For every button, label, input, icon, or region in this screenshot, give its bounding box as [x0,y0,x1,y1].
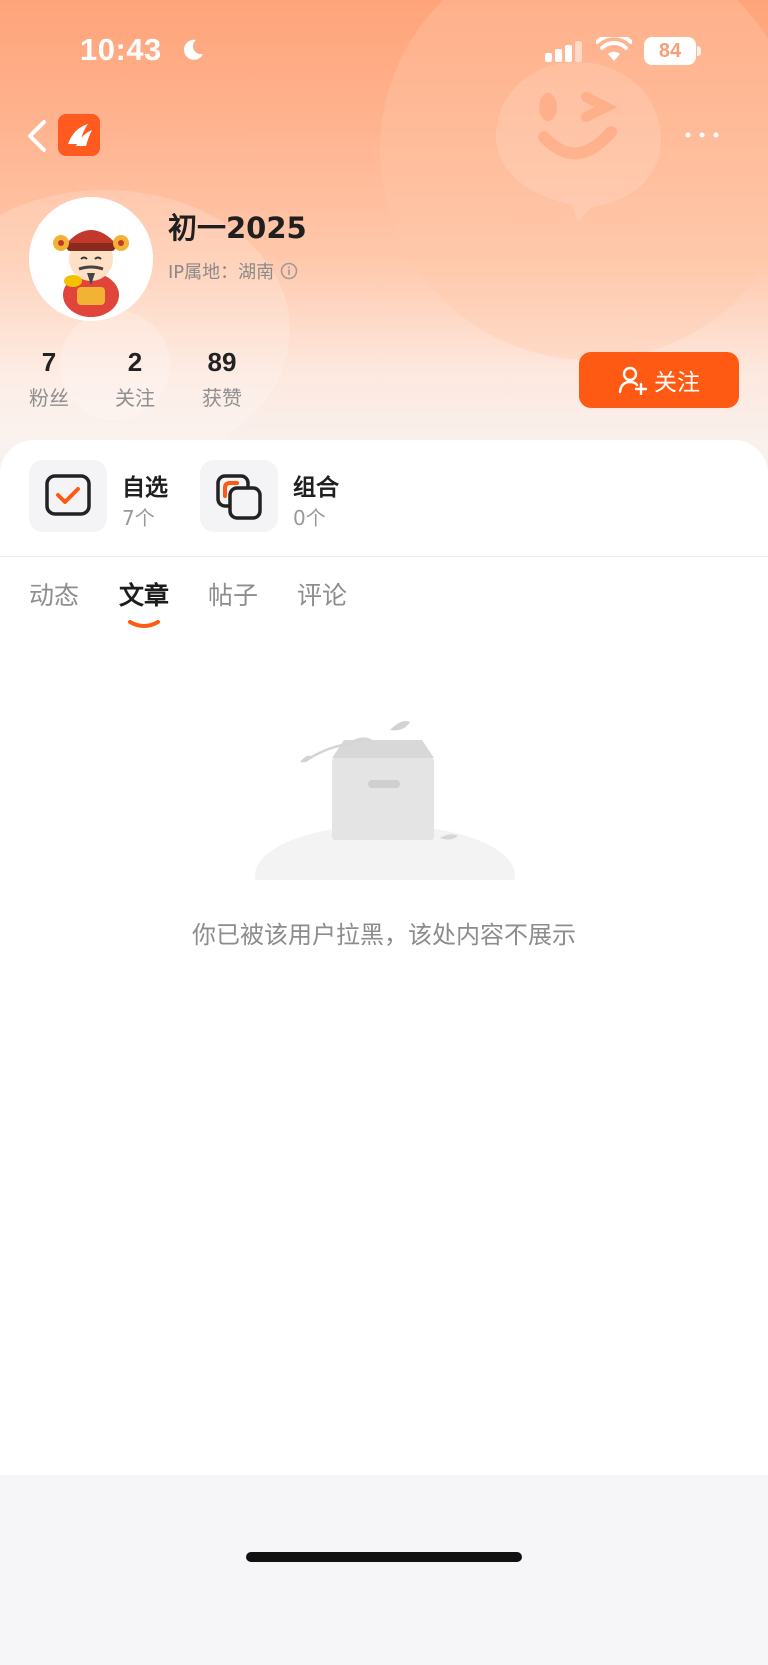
shortcut-count: 0个 [293,506,326,530]
divider [0,556,768,557]
tab-posts[interactable]: 帖子 [208,576,258,612]
stat-fans[interactable]: 7 粉丝 [4,347,94,411]
signal-icon [545,41,582,62]
tab-comments[interactable]: 评论 [297,576,347,612]
add-user-icon [618,366,648,395]
ip-location: IP属地：湖南 [168,262,275,283]
stat-value: 89 [207,347,237,377]
tab-articles[interactable]: 文章 [119,576,169,612]
app-logo[interactable] [58,114,100,156]
stat-label: 获赞 [202,386,242,410]
watchlist-icon [29,460,107,532]
status-time: 10:43 [80,32,162,67]
shortcut-title: 组合 [293,475,339,501]
battery-tip [697,46,701,56]
portfolio-icon [200,460,278,532]
content-card: 自选 7个 组合 0个 动态 文章 帖子 评论 你已被该用户拉黑，该处内容不展示 [0,440,768,1475]
active-tab-indicator [128,620,160,628]
avatar[interactable] [29,197,153,321]
bottom-area [0,1475,768,1665]
username: 初一2025 [168,211,307,245]
shortcut-portfolio[interactable]: 组合 0个 [200,460,370,532]
info-icon[interactable] [280,262,298,280]
profile-stats: 7 粉丝 2 关注 89 获赞 [0,347,300,417]
top-nav [0,108,768,164]
empty-state-message: 你已被该用户拉黑，该处内容不展示 [192,921,576,949]
empty-box-illustration [255,721,515,880]
shortcut-title: 自选 [122,475,168,501]
stat-label: 关注 [115,386,155,410]
ip-location-row: IP属地：湖南 [168,258,298,284]
more-icon[interactable] [682,118,722,148]
content-tabs: 动态 文章 帖子 评论 [0,570,768,640]
shortcut-watchlist[interactable]: 自选 7个 [29,460,199,532]
tab-dynamics[interactable]: 动态 [29,576,79,612]
battery-icon: 84 [644,37,696,65]
follow-button[interactable]: 关注 [579,352,739,408]
shortcut-count: 7个 [122,506,155,530]
stat-following[interactable]: 2 关注 [90,347,180,411]
wifi-icon [596,37,632,61]
moon-icon [183,39,203,60]
status-bar: 10:43 84 [0,0,768,100]
stat-value: 2 [127,347,143,377]
stat-label: 粉丝 [29,386,69,410]
back-icon[interactable] [22,118,52,154]
follow-button-label: 关注 [654,370,700,396]
home-indicator[interactable] [246,1552,522,1562]
stat-value: 7 [41,347,57,377]
stat-likes[interactable]: 89 获赞 [177,347,267,411]
